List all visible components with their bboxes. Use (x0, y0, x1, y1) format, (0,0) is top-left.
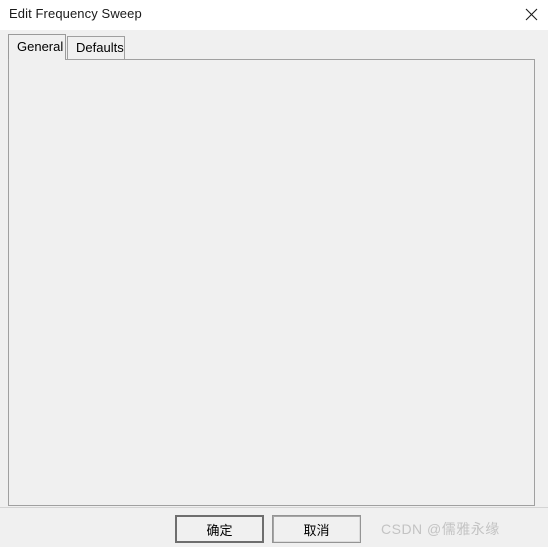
active-tab-seam (9, 58, 65, 61)
watermark-text: CSDN @儒雅永缘 (381, 521, 500, 537)
tab-panel-general (8, 59, 535, 506)
edit-frequency-sweep-dialog: Edit Frequency Sweep General Defaults Sw… (0, 0, 548, 547)
footer-separator (0, 507, 548, 508)
tab-general[interactable]: General (8, 34, 66, 59)
close-icon[interactable] (514, 0, 548, 28)
tab-defaults[interactable]: Defaults (67, 36, 125, 59)
window-title: Edit Frequency Sweep (9, 6, 142, 21)
cancel-button[interactable]: 取消 (272, 515, 361, 543)
title-bar: Edit Frequency Sweep (0, 0, 548, 30)
ok-button[interactable]: 确定 (175, 515, 264, 543)
